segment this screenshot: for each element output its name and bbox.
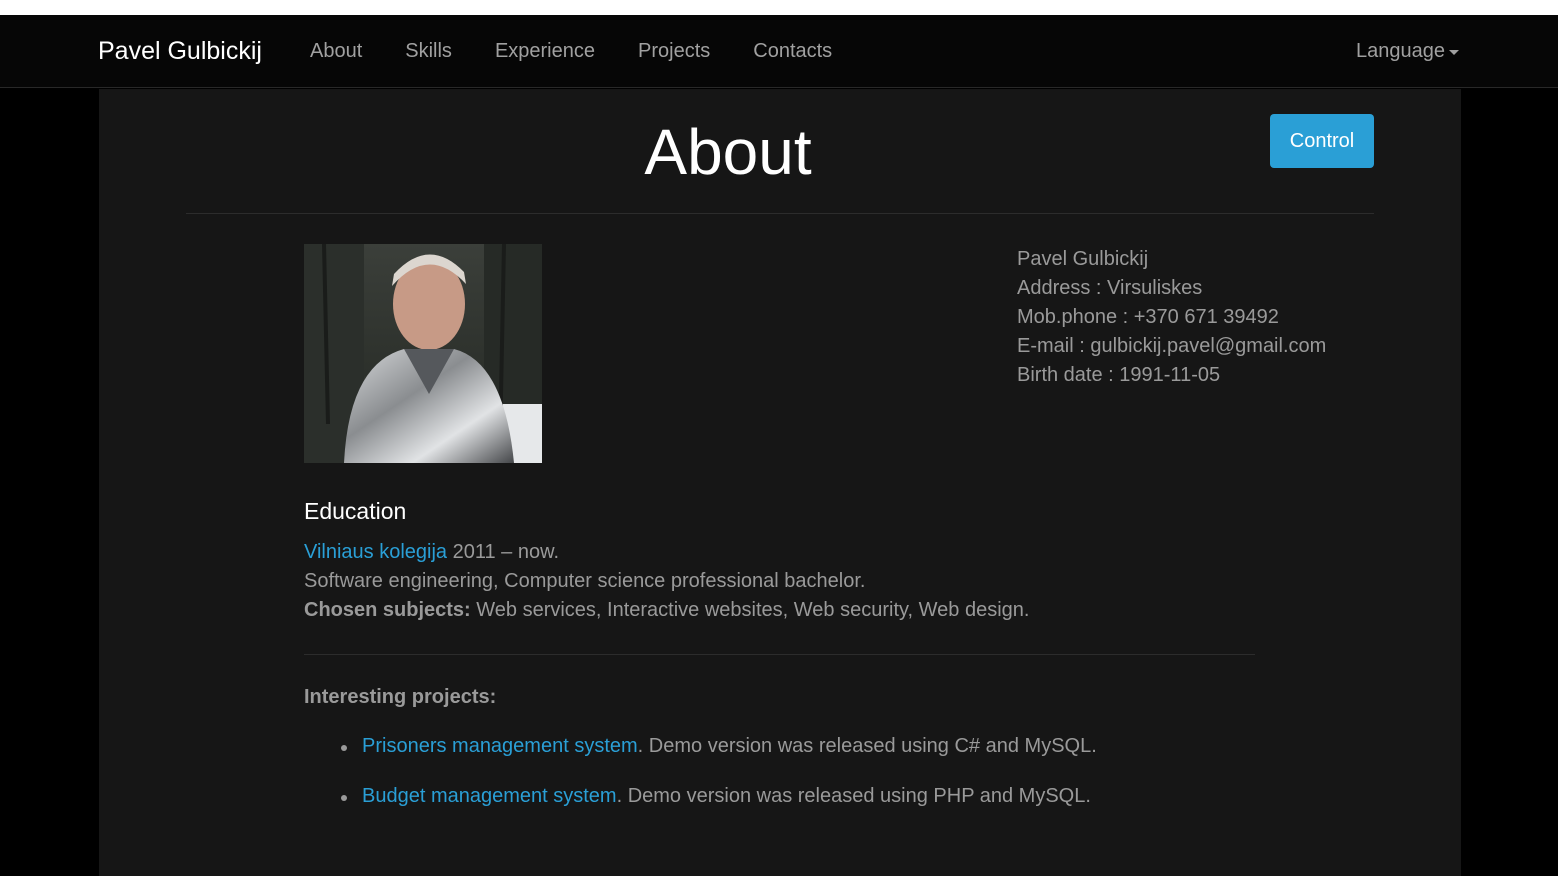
education-school-line: Vilniaus kolegija 2011 – now. [304, 538, 1029, 567]
school-link[interactable]: Vilniaus kolegija [304, 541, 447, 563]
divider [304, 654, 1255, 655]
education-subjects-line: Chosen subjects: Web services, Interacti… [304, 596, 1029, 625]
profile-birth-date: Birth date : 1991-11-05 [1017, 364, 1221, 386]
subjects-text: Web services, Interactive websites, Web … [470, 599, 1030, 621]
profile-email: E-mail : gulbickij.pavel@gmail.com [1017, 335, 1327, 357]
list-item: Budget management system. Demo version w… [304, 785, 1097, 835]
brand-link[interactable]: Pavel Gulbickij [98, 37, 262, 66]
page-title: About [644, 116, 812, 188]
projects-list: Prisoners management system. Demo versio… [304, 735, 1097, 835]
project-link-prisoners[interactable]: Prisoners management system [362, 735, 638, 757]
main-container: About Control Pavel Gulbickij Address: … [99, 89, 1461, 876]
nav-links: About Skills Experience Projects Contact… [310, 40, 875, 63]
education-years: 2011 – now. [447, 541, 560, 563]
control-button[interactable]: Control [1270, 114, 1374, 168]
nav-link-skills[interactable]: Skills [405, 40, 452, 63]
education-heading: Education [304, 498, 407, 524]
projects-heading: Interesting projects: [304, 686, 497, 708]
profile-address: Address : Virsuliskes [1017, 277, 1203, 299]
education-degree: Software engineering, Computer science p… [304, 570, 866, 592]
contact-info: Pavel Gulbickij Address : Virsuliskes Mo… [1017, 245, 1326, 390]
education-block: Vilniaus kolegija 2011 – now. Software e… [304, 538, 1029, 625]
profile-photo [304, 244, 542, 463]
divider [186, 213, 1374, 214]
navbar: Pavel Gulbickij About Skills Experience … [0, 15, 1558, 88]
caret-down-icon [1449, 50, 1459, 55]
subjects-label: Chosen subjects: [304, 599, 471, 621]
profile-name: Pavel Gulbickij [1017, 248, 1149, 270]
top-strip [0, 0, 1558, 15]
profile-phone: Mob.phone : +370 671 39492 [1017, 306, 1279, 328]
project-desc: . Demo version was released using C# and… [637, 735, 1097, 757]
nav-link-about[interactable]: About [310, 40, 362, 63]
bullet-icon [341, 795, 347, 801]
list-item: Prisoners management system. Demo versio… [304, 735, 1097, 785]
nav-link-experience[interactable]: Experience [495, 40, 595, 63]
project-desc: . Demo version was released using PHP an… [616, 785, 1091, 807]
language-dropdown[interactable]: Language [1356, 40, 1459, 63]
nav-link-contacts[interactable]: Contacts [753, 40, 832, 63]
bullet-icon [341, 745, 347, 751]
project-link-budget[interactable]: Budget management system [362, 785, 617, 807]
language-label: Language [1356, 40, 1445, 62]
nav-link-projects[interactable]: Projects [638, 40, 710, 63]
